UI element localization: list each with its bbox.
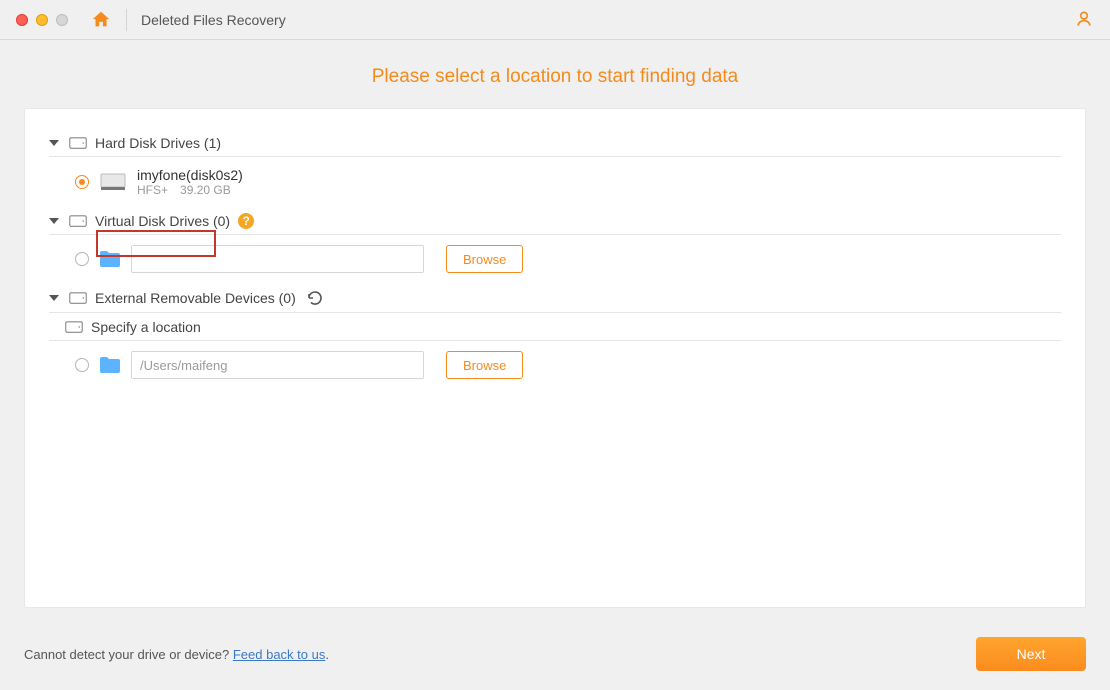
- disk-name: imyfone(disk0s2): [137, 167, 243, 183]
- maximize-window-button[interactable]: [56, 14, 68, 26]
- next-button[interactable]: Next: [976, 637, 1086, 671]
- close-window-button[interactable]: [16, 14, 28, 26]
- hard-drive-icon: [65, 320, 83, 334]
- section-virtual-header[interactable]: Virtual Disk Drives (0) ?: [49, 207, 1061, 235]
- title-divider: [126, 9, 127, 31]
- section-hdd-header[interactable]: Hard Disk Drives (1): [49, 129, 1061, 157]
- minimize-window-button[interactable]: [36, 14, 48, 26]
- section-hdd-label: Hard Disk Drives (1): [95, 135, 221, 151]
- feedback-link[interactable]: Feed back to us: [233, 647, 326, 662]
- specify-radio[interactable]: [75, 358, 89, 372]
- disk-info: imyfone(disk0s2) HFS+ 39.20 GB: [137, 167, 243, 197]
- footer-text: Cannot detect your drive or device? Feed…: [24, 647, 329, 662]
- folder-icon: [99, 250, 121, 268]
- specify-path-row: Browse: [49, 341, 1061, 389]
- folder-icon: [99, 356, 121, 374]
- chevron-down-icon: [49, 140, 59, 146]
- disk-fs: HFS+: [137, 183, 168, 197]
- disk-size: 39.20 GB: [180, 183, 231, 197]
- hard-drive-icon: [69, 136, 87, 150]
- refresh-icon[interactable]: [306, 289, 324, 307]
- virtual-path-input[interactable]: [131, 245, 424, 273]
- disk-icon: [99, 172, 127, 192]
- footer-period: .: [325, 647, 329, 662]
- hard-drive-icon: [69, 214, 87, 228]
- chevron-down-icon: [49, 218, 59, 224]
- chevron-down-icon: [49, 295, 59, 301]
- virtual-browse-button[interactable]: Browse: [446, 245, 523, 273]
- traffic-lights: [16, 14, 68, 26]
- user-button[interactable]: [1074, 9, 1094, 34]
- help-icon[interactable]: ?: [238, 213, 254, 229]
- hdd-item-row[interactable]: imyfone(disk0s2) HFS+ 39.20 GB: [49, 157, 1061, 207]
- user-icon: [1074, 9, 1094, 29]
- instruction-heading: Please select a location to start findin…: [0, 66, 1110, 88]
- section-specify-label: Specify a location: [91, 319, 201, 335]
- page-title: Deleted Files Recovery: [141, 12, 286, 28]
- hard-drive-icon: [69, 291, 87, 305]
- virtual-path-row: Browse: [49, 235, 1061, 283]
- section-external-header[interactable]: External Removable Devices (0): [49, 283, 1061, 313]
- home-button[interactable]: [90, 9, 112, 31]
- section-specify-header: Specify a location: [49, 313, 1061, 341]
- footer: Cannot detect your drive or device? Feed…: [0, 618, 1110, 690]
- titlebar: Deleted Files Recovery: [0, 0, 1110, 40]
- location-card: Hard Disk Drives (1) imyfone(disk0s2) HF…: [24, 108, 1086, 608]
- virtual-radio[interactable]: [75, 252, 89, 266]
- home-icon: [90, 9, 112, 31]
- section-virtual-label: Virtual Disk Drives (0): [95, 213, 230, 229]
- hdd-item-radio[interactable]: [75, 175, 89, 189]
- footer-question: Cannot detect your drive or device?: [24, 647, 233, 662]
- specify-browse-button[interactable]: Browse: [446, 351, 523, 379]
- section-external-label: External Removable Devices (0): [95, 290, 296, 306]
- specify-path-input[interactable]: [131, 351, 424, 379]
